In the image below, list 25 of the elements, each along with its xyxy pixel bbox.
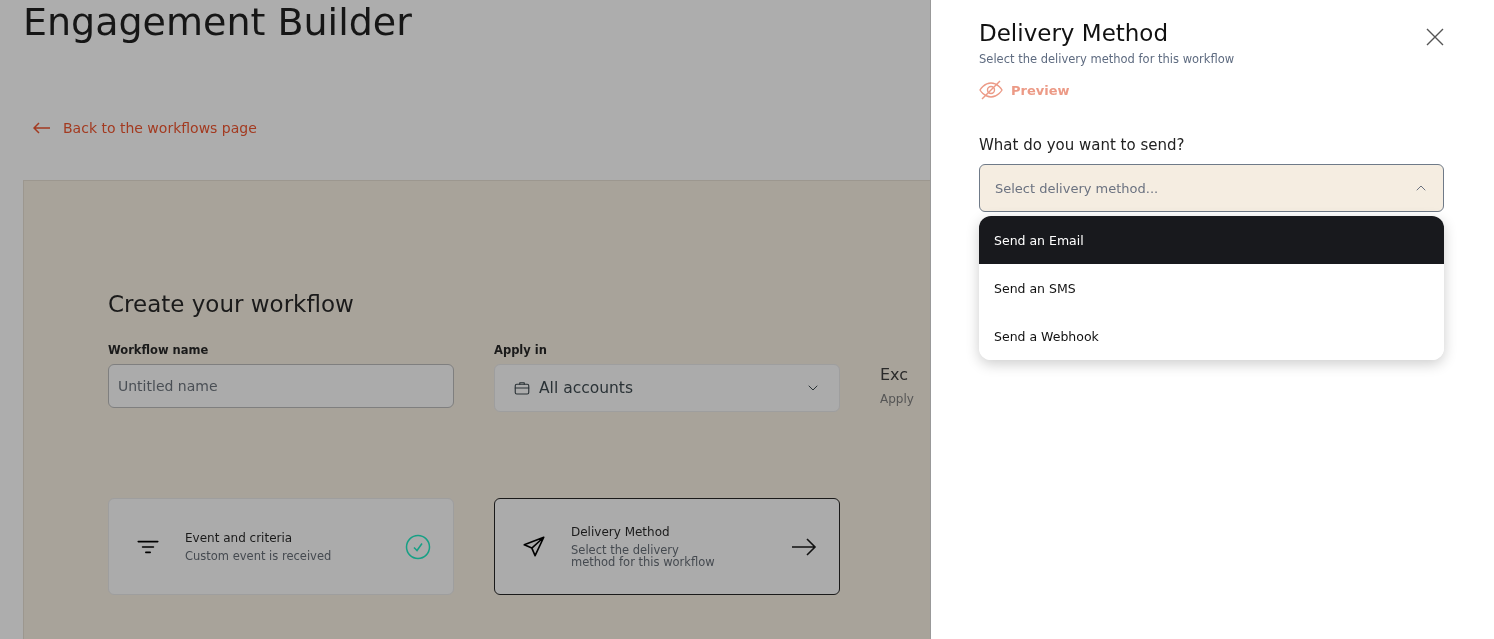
- field-label: Workflow name: [108, 343, 209, 357]
- panel-title: Delivery Method: [979, 20, 1169, 46]
- briefcase-icon: [513, 379, 531, 397]
- field-label: Apply in: [494, 343, 547, 357]
- close-icon: [1426, 28, 1444, 46]
- column-subtitle: Apply: [880, 392, 914, 406]
- step-card[interactable]: Event and criteria Custom event is received: [108, 498, 454, 595]
- column-title: Exc: [880, 365, 910, 384]
- menu-option[interactable]: Send an SMS: [979, 264, 1444, 312]
- panel-subtitle: Select the delivery method for this workflow: [979, 52, 1235, 66]
- delivery-select[interactable]: Select delivery method...: [979, 164, 1444, 212]
- section-heading: Create your workflow: [108, 291, 355, 317]
- menu-option[interactable]: Send a Webhook: [979, 312, 1444, 360]
- page-title: Engagement Builder: [23, 0, 412, 46]
- step-subtitle: Select the delivery method for this workflow: [571, 544, 716, 568]
- question-label: What do you want to send?: [979, 136, 1185, 154]
- arrow-left-icon: [33, 122, 51, 134]
- account-select[interactable]: All accounts: [494, 364, 840, 412]
- step-title: Event and criteria: [185, 531, 294, 545]
- menu-option[interactable]: Send an Email: [979, 216, 1444, 264]
- step-subtitle: Custom event is received: [185, 550, 333, 562]
- step-card[interactable]: Delivery Method Select the delivery method for this workflow: [494, 498, 840, 595]
- step-title: Delivery Method: [571, 525, 671, 539]
- name-input[interactable]: Untitled name: [108, 364, 454, 408]
- eye-off-icon: [979, 80, 1003, 100]
